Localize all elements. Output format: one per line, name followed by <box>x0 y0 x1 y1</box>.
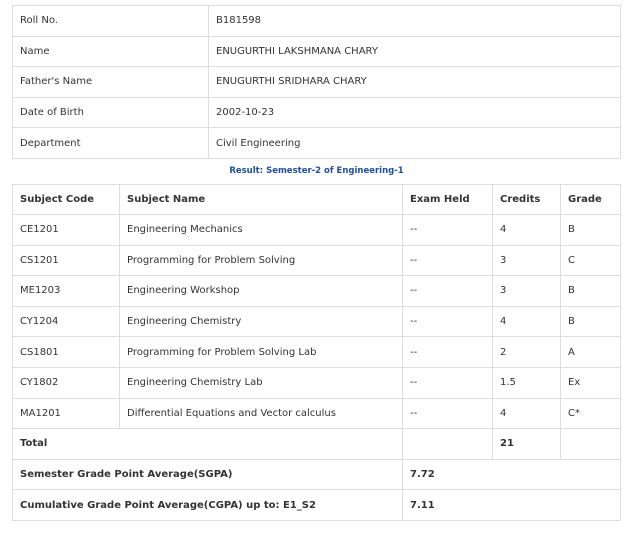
credits: 4 <box>492 305 561 338</box>
department-value: Civil Engineering <box>208 127 621 159</box>
name-row: Name ENUGURTHI LAKSHMANA CHARY <box>12 35 621 68</box>
exam-held: -- <box>402 244 493 277</box>
table-row: CY1802 Engineering Chemistry Lab -- 1.5 … <box>12 366 621 399</box>
subject-code: CS1201 <box>12 244 120 277</box>
subject-name: Differential Equations and Vector calcul… <box>119 397 403 430</box>
header-grade: Grade <box>560 184 621 215</box>
total-grade-blank <box>560 428 621 460</box>
subject-code: CS1801 <box>12 336 120 368</box>
grade: Ex <box>560 366 621 399</box>
grade: B <box>560 275 621 307</box>
grade: B <box>560 305 621 338</box>
father-value: ENUGURTHI SRIDHARA CHARY <box>208 66 621 98</box>
sgpa-row: Semester Grade Point Average(SGPA) 7.72 <box>12 458 621 491</box>
result-title: Result: Semester-2 of Engineering-1 <box>229 166 404 176</box>
credits: 3 <box>492 275 561 307</box>
credits: 3 <box>492 244 561 277</box>
father-label: Father's Name <box>12 66 209 98</box>
subject-code: CY1204 <box>12 305 120 338</box>
credits: 4 <box>492 214 561 246</box>
grade: A <box>560 336 621 368</box>
header-subject-code: Subject Code <box>12 184 120 215</box>
roll-value: B181598 <box>208 5 621 37</box>
cgpa-label: Cumulative Grade Point Average(CGPA) up … <box>12 489 403 521</box>
father-row: Father's Name ENUGURTHI SRIDHARA CHARY <box>12 66 621 98</box>
department-row: Department Civil Engineering <box>12 127 621 159</box>
exam-held: -- <box>402 397 493 430</box>
credits: 1.5 <box>492 366 561 399</box>
subject-name: Engineering Chemistry <box>119 305 403 338</box>
department-label: Department <box>12 127 209 159</box>
subject-name: Engineering Mechanics <box>119 214 403 246</box>
name-value: ENUGURTHI LAKSHMANA CHARY <box>208 35 621 68</box>
subject-name: Engineering Workshop <box>119 275 403 307</box>
student-info-table: Roll No. B181598 Name ENUGURTHI LAKSHMAN… <box>12 5 621 159</box>
name-label: Name <box>12 35 209 68</box>
total-blank <box>402 428 493 460</box>
credits: 4 <box>492 397 561 430</box>
sgpa-label: Semester Grade Point Average(SGPA) <box>12 458 403 491</box>
subject-name: Programming for Problem Solving <box>119 244 403 277</box>
roll-label: Roll No. <box>12 5 209 37</box>
credits: 2 <box>492 336 561 368</box>
sgpa-value: 7.72 <box>402 458 621 491</box>
total-row: Total 21 <box>12 428 621 460</box>
grade: C <box>560 244 621 277</box>
subject-code: ME1203 <box>12 275 120 307</box>
exam-held: -- <box>402 366 493 399</box>
cgpa-row: Cumulative Grade Point Average(CGPA) up … <box>12 489 621 521</box>
grade: B <box>560 214 621 246</box>
grade: C* <box>560 397 621 430</box>
table-row: CS1201 Programming for Problem Solving -… <box>12 244 621 277</box>
subject-name: Engineering Chemistry Lab <box>119 366 403 399</box>
dob-value: 2002-10-23 <box>208 96 621 129</box>
table-row: ME1203 Engineering Workshop -- 3 B <box>12 275 621 307</box>
table-row: MA1201 Differential Equations and Vector… <box>12 397 621 430</box>
dob-row: Date of Birth 2002-10-23 <box>12 96 621 129</box>
cgpa-value: 7.11 <box>402 489 621 521</box>
subject-name: Programming for Problem Solving Lab <box>119 336 403 368</box>
exam-held: -- <box>402 214 493 246</box>
table-row: CS1801 Programming for Problem Solving L… <box>12 336 621 368</box>
subject-code: CY1802 <box>12 366 120 399</box>
table-row: CE1201 Engineering Mechanics -- 4 B <box>12 214 621 246</box>
result-table: Subject Code Subject Name Exam Held Cred… <box>12 184 621 521</box>
exam-held: -- <box>402 275 493 307</box>
header-subject-name: Subject Name <box>119 184 403 215</box>
exam-held: -- <box>402 305 493 338</box>
total-credits: 21 <box>492 428 561 460</box>
table-header-row: Subject Code Subject Name Exam Held Cred… <box>12 184 621 215</box>
roll-row: Roll No. B181598 <box>12 5 621 37</box>
header-exam-held: Exam Held <box>402 184 493 215</box>
subject-code: MA1201 <box>12 397 120 430</box>
table-row: CY1204 Engineering Chemistry -- 4 B <box>12 305 621 338</box>
subject-code: CE1201 <box>12 214 120 246</box>
exam-held: -- <box>402 336 493 368</box>
dob-label: Date of Birth <box>12 96 209 129</box>
header-credits: Credits <box>492 184 561 215</box>
total-label: Total <box>12 428 403 460</box>
